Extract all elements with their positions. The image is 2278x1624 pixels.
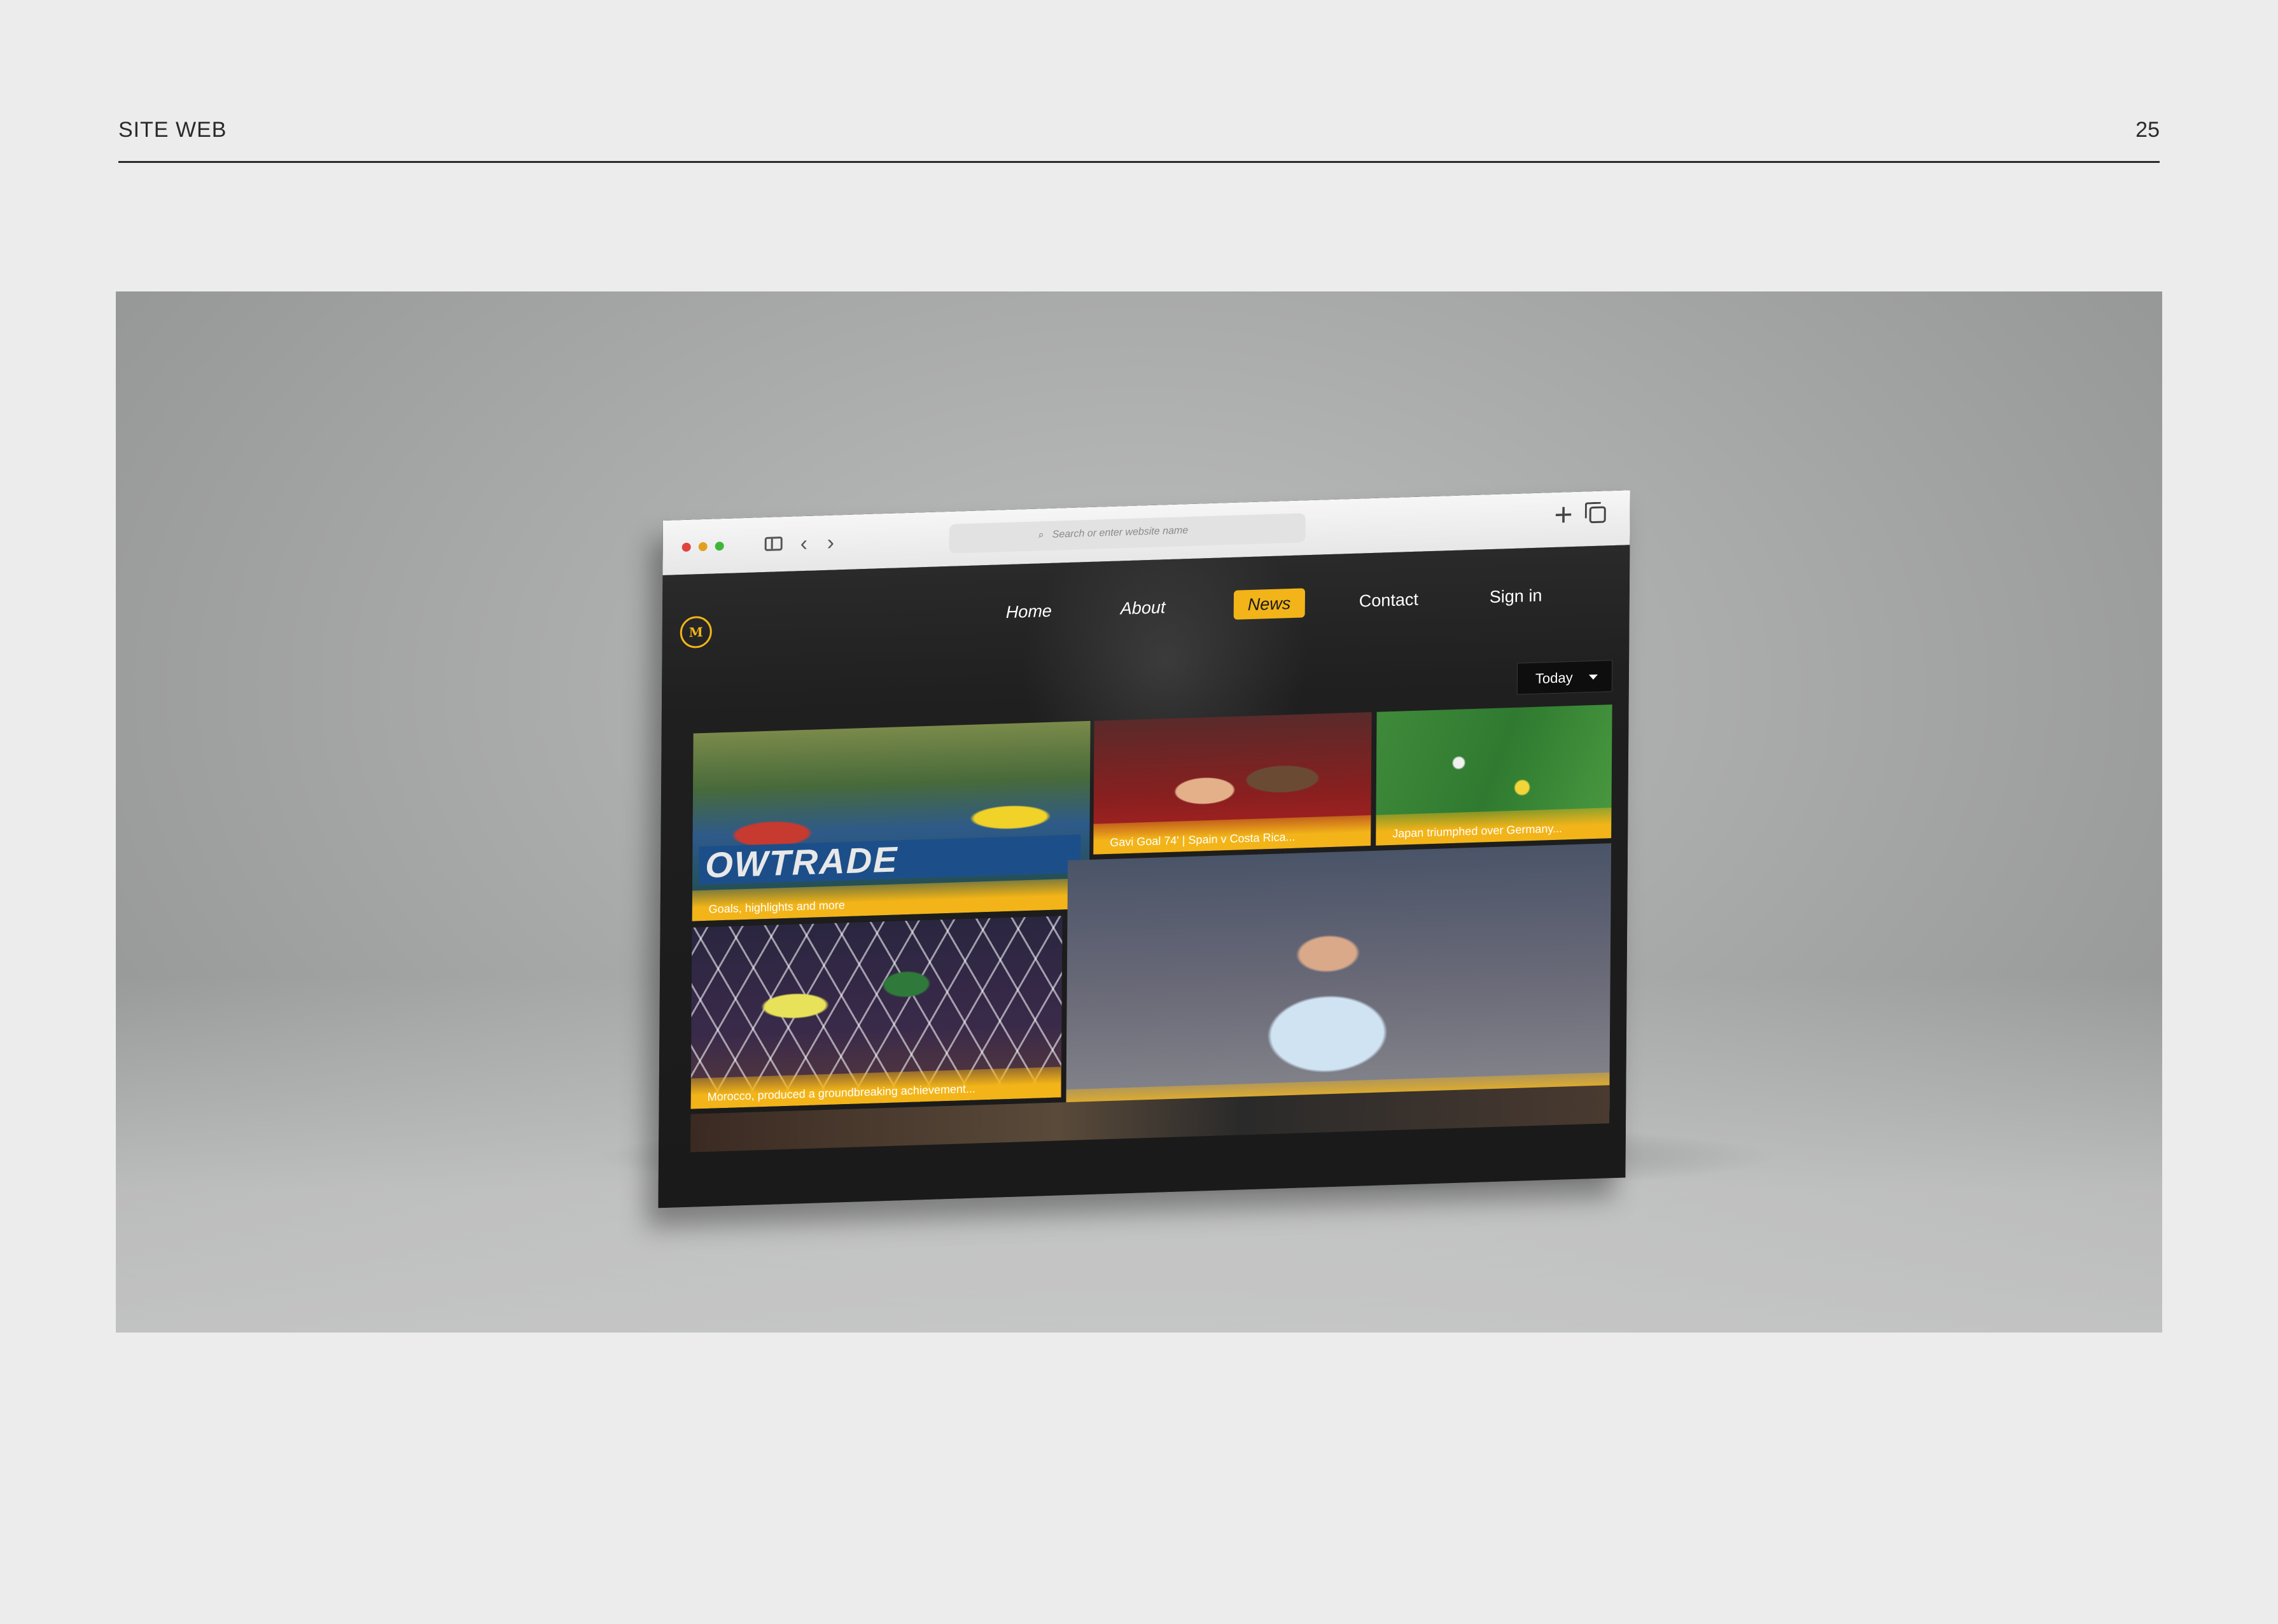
nav-contact[interactable]: Contact (1359, 585, 1418, 616)
nav-about[interactable]: About (1121, 592, 1166, 623)
forward-icon[interactable]: › (827, 531, 835, 555)
chevron-down-icon (1588, 674, 1598, 680)
news-tile-gavi-goal[interactable]: Gavi Goal 74' | Spain v Costa Rica... (1093, 712, 1372, 855)
maximize-window-button[interactable] (715, 541, 724, 551)
news-tile-messi-goal[interactable]: Lionel Messi Goal 64' | Argentina v Mexi… (1066, 843, 1612, 1128)
nav-news[interactable]: News (1233, 588, 1305, 620)
mockup-stage: ‹ › ⌕ Search or enter website name + M H… (116, 291, 2162, 1333)
tile-caption: Morocco, produced a groundbreaking achie… (690, 1067, 1061, 1109)
page-title: SITE WEB (118, 118, 227, 142)
tile-caption: Gavi Goal 74' | Spain v Costa Rica... (1093, 815, 1371, 855)
page-number: 25 (2135, 118, 2160, 142)
tile-caption: Goals, highlights and more (692, 878, 1089, 921)
address-placeholder: Search or enter website name (1052, 525, 1189, 540)
news-tile-japan-germany[interactable]: Japan triumphed over Germany... (1376, 704, 1612, 846)
site-nav: Home About News Contact Sign in (1006, 579, 1591, 633)
date-filter-value: Today (1535, 669, 1573, 687)
nav-home[interactable]: Home (1006, 596, 1052, 627)
news-tile-highlights[interactable]: OWTRADE Goals, highlights and more (692, 720, 1091, 921)
address-bar[interactable]: ⌕ Search or enter website name (949, 513, 1306, 554)
website-content: M Home About News Contact Sign in Today … (658, 545, 1630, 1208)
back-icon[interactable]: ‹ (800, 531, 808, 556)
close-window-button[interactable] (681, 542, 691, 552)
nav-sign-in[interactable]: Sign in (1490, 581, 1542, 612)
site-logo[interactable]: M (680, 615, 712, 649)
news-tile-morocco[interactable]: Morocco, produced a groundbreaking achie… (690, 916, 1063, 1109)
minimize-window-button[interactable] (698, 542, 708, 552)
stadium-banner: OWTRADE (698, 834, 1081, 885)
tile-caption: Japan triumphed over Germany... (1376, 808, 1612, 846)
search-icon: ⌕ (1038, 529, 1044, 541)
sidebar-toggle-icon[interactable] (764, 536, 783, 551)
page-header: SITE WEB 25 (118, 118, 2160, 163)
date-filter-select[interactable]: Today (1516, 660, 1613, 695)
browser-window: ‹ › ⌕ Search or enter website name + M H… (658, 490, 1630, 1208)
new-tab-icon[interactable]: + (1554, 496, 1573, 533)
tab-overview-icon[interactable] (1589, 506, 1606, 524)
